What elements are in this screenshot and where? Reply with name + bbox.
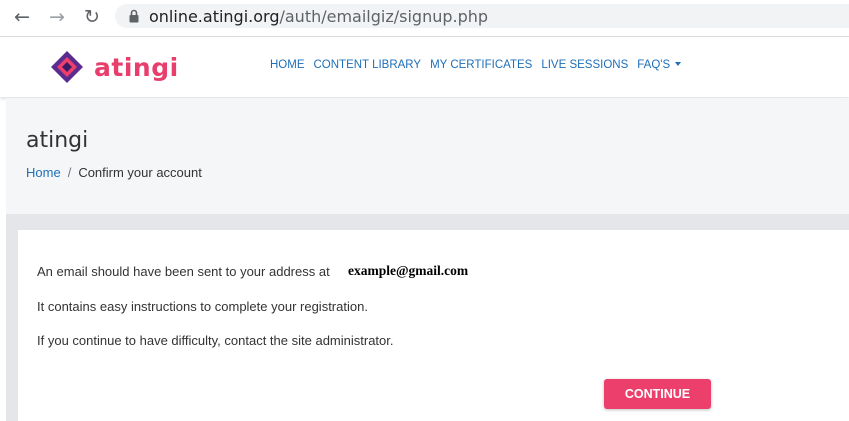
atingi-logo-icon <box>51 51 83 83</box>
site-logo[interactable]: atingi <box>50 50 179 84</box>
continue-button[interactable]: CONTINUE <box>604 379 711 409</box>
forward-arrow-icon[interactable]: → <box>49 6 65 28</box>
lock-icon <box>129 9 139 23</box>
url-text: online.atingi.org/auth/emailgiz/signup.p… <box>149 7 488 26</box>
breadcrumb-home[interactable]: Home <box>26 165 61 180</box>
nav-my-certificates[interactable]: MY CERTIFICATES <box>430 59 532 71</box>
message-line-2: It contains easy instructions to complet… <box>37 299 368 314</box>
page-title: atingi <box>26 128 89 153</box>
url-host: online.atingi.org <box>149 7 280 26</box>
message-line-1: An email should have been sent to your a… <box>37 264 330 279</box>
nav-live-sessions[interactable]: LIVE SESSIONS <box>541 59 628 71</box>
back-arrow-icon[interactable]: ← <box>14 6 30 28</box>
site-header: atingi HOME CONTENT LIBRARY MY CERTIFICA… <box>0 37 849 97</box>
chevron-down-icon <box>675 62 682 66</box>
email-address: example@gmail.com <box>348 263 469 278</box>
reload-icon[interactable]: ↻ <box>84 6 100 28</box>
confirmation-card: An email should have been sent to your a… <box>18 230 849 421</box>
breadcrumb-current: Confirm your account <box>78 165 202 180</box>
logo-text: atingi <box>94 52 179 82</box>
nav-faqs-label: FAQ'S <box>637 59 671 71</box>
page-header: atingi Home / Confirm your account <box>6 98 849 214</box>
url-path: /auth/emailgiz/signup.php <box>279 7 489 26</box>
nav-content-library[interactable]: CONTENT LIBRARY <box>314 59 422 71</box>
nav-home[interactable]: HOME <box>270 59 305 71</box>
main-nav: HOME CONTENT LIBRARY MY CERTIFICATES LIV… <box>270 59 682 71</box>
browser-toolbar: ← → ↻ online.atingi.org/auth/emailgiz/si… <box>0 0 849 37</box>
breadcrumb-separator: / <box>67 165 72 180</box>
breadcrumb: Home / Confirm your account <box>26 165 202 180</box>
nav-faqs[interactable]: FAQ'S <box>637 59 682 71</box>
address-bar[interactable]: online.atingi.org/auth/emailgiz/signup.p… <box>115 4 849 28</box>
message-line-3: If you continue to have difficulty, cont… <box>37 333 394 348</box>
